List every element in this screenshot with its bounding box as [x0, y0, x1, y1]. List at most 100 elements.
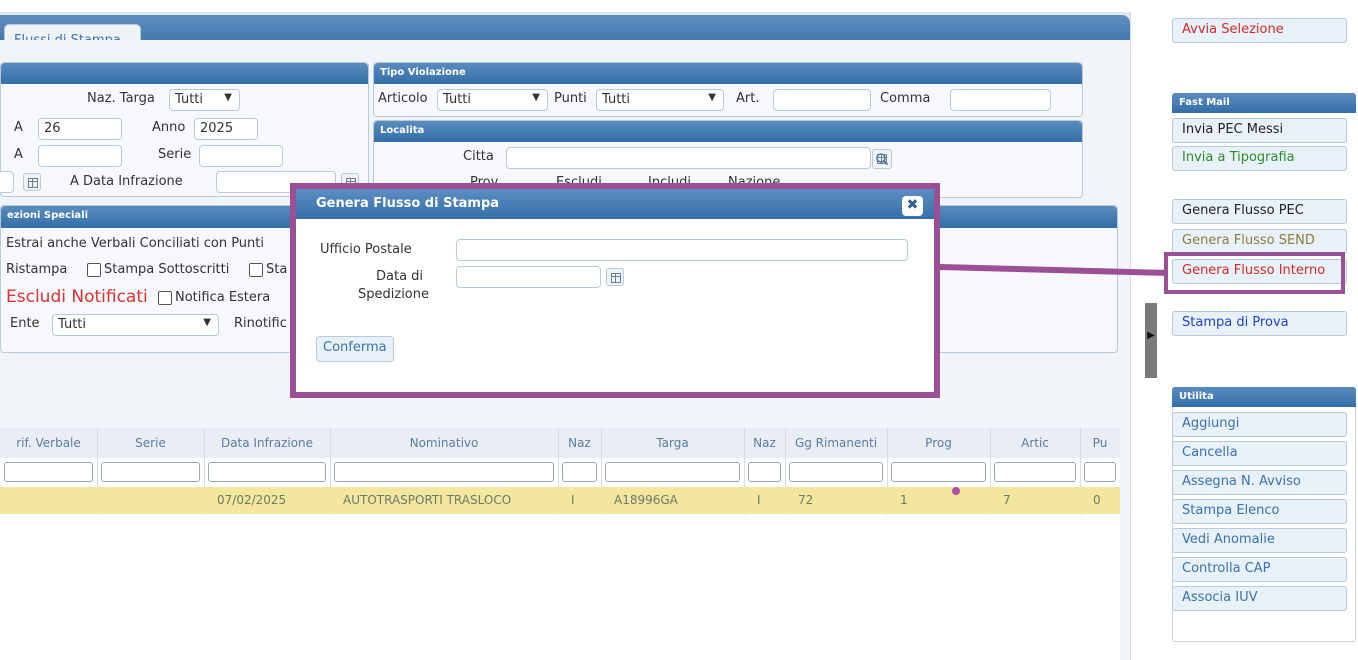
- articolo-select[interactable]: Tutti ▼: [437, 89, 548, 111]
- filters-panel-header: [1, 63, 368, 84]
- ufficio-postale-label: Ufficio Postale: [320, 242, 412, 257]
- utilita-item[interactable]: Stampa Elenco: [1172, 499, 1347, 524]
- estrai-conciliati-label: Estrai anche Verbali Conciliati con Punt…: [6, 236, 264, 251]
- grid-column-header[interactable]: Naz: [558, 436, 601, 450]
- stampa-di-prova-button[interactable]: Stampa di Prova: [1172, 311, 1347, 336]
- ufficio-postale-field[interactable]: [456, 239, 908, 261]
- escludi-notificati-label: Escludi Notificati: [6, 287, 148, 307]
- naz-targa-select[interactable]: Tutti ▼: [169, 89, 240, 111]
- utilita-item[interactable]: Controlla CAP: [1172, 557, 1347, 582]
- punti-value: Tutti: [602, 92, 631, 107]
- utilita-header: Utilita: [1172, 387, 1356, 407]
- art-field[interactable]: [773, 89, 871, 111]
- utilita-item[interactable]: Vedi Anomalie: [1172, 528, 1347, 553]
- grid-cell: 7: [1003, 493, 1011, 507]
- ristampa-label: Ristampa: [6, 262, 68, 277]
- art-label: Art.: [736, 91, 760, 106]
- notifica-estera-checkbox[interactable]: [158, 291, 172, 305]
- grid-column-filter[interactable]: [605, 462, 740, 482]
- grid-column-header[interactable]: Data Infrazione: [204, 436, 330, 450]
- calendar-icon[interactable]: [606, 268, 624, 286]
- citta-label: Citta: [463, 149, 494, 164]
- grid-column-filter[interactable]: [4, 462, 93, 482]
- a-label: A: [14, 120, 23, 135]
- articolo-label: Articolo: [378, 91, 428, 106]
- grid-column-filter[interactable]: [562, 462, 597, 482]
- stampa-sottoscritti-checkbox[interactable]: [87, 263, 101, 277]
- rinotific-label: Rinotific: [234, 316, 287, 331]
- tipo-violazione-header: Tipo Violazione: [374, 63, 1082, 84]
- genera-flusso-pec-button[interactable]: Genera Flusso PEC: [1172, 199, 1347, 224]
- a-label-2: A: [14, 147, 23, 162]
- grid-cell: 72: [798, 493, 814, 507]
- grid-column-header[interactable]: rif. Verbale: [0, 436, 97, 450]
- comma-label: Comma: [880, 91, 931, 106]
- sta-checkbox[interactable]: [249, 263, 263, 277]
- utilita-item[interactable]: Aggiungi: [1172, 412, 1347, 437]
- a-numero-field[interactable]: 26: [38, 118, 122, 140]
- grid-column-filter[interactable]: [1084, 462, 1116, 482]
- grid-column-header[interactable]: Nominativo: [330, 436, 558, 450]
- cursor-dot: [952, 487, 960, 495]
- grid-column-header[interactable]: Pu: [1080, 436, 1120, 450]
- serie-field[interactable]: [199, 145, 283, 167]
- calendar-icon[interactable]: [23, 173, 41, 191]
- close-icon[interactable]: ✖: [902, 196, 923, 216]
- grid-column-header[interactable]: Gg Rimanenti: [785, 436, 887, 450]
- grid-column-filter[interactable]: [789, 462, 883, 482]
- notifica-estera-label: Notifica Estera: [175, 290, 271, 305]
- citta-value: [507, 148, 870, 152]
- grid-column-header[interactable]: Prog: [887, 436, 990, 450]
- localita-header: Localita: [374, 121, 1082, 142]
- ente-select[interactable]: Tutti ▼: [52, 314, 219, 336]
- comma-field[interactable]: [950, 89, 1051, 111]
- search-icon[interactable]: [872, 149, 892, 169]
- a-data-infrazione-value: [217, 172, 335, 176]
- grid-column-filter[interactable]: [891, 462, 986, 482]
- articolo-value: Tutti: [443, 92, 472, 107]
- avvia-selezione-button[interactable]: Avvia Selezione: [1172, 18, 1347, 43]
- grid-column-filter[interactable]: [101, 462, 200, 482]
- a-field-2[interactable]: [38, 145, 122, 167]
- stampa-sottoscritti-label: Stampa Sottoscritti: [104, 262, 230, 277]
- dialog-title: Genera Flusso di Stampa: [296, 189, 934, 219]
- grid-column-header[interactable]: Artic: [990, 436, 1080, 450]
- utilita-item[interactable]: Cancella: [1172, 441, 1347, 466]
- citta-field[interactable]: [506, 147, 871, 169]
- grid-column-filter[interactable]: [748, 462, 781, 482]
- a-data-infrazione-label: A Data Infrazione: [70, 174, 183, 189]
- genera-flusso-send-button[interactable]: Genera Flusso SEND: [1172, 229, 1347, 254]
- grid-column-filter[interactable]: [208, 462, 326, 482]
- grid-column-header[interactable]: Naz: [744, 436, 785, 450]
- grid-column-header[interactable]: Serie: [97, 436, 204, 450]
- a-numero-value: 26: [44, 121, 61, 136]
- fast-mail-header: Fast Mail: [1172, 93, 1356, 113]
- data-spedizione-value: [457, 267, 600, 271]
- grid-cell: 0: [1093, 493, 1101, 507]
- grid-column-filter[interactable]: [334, 462, 554, 482]
- conferma-button[interactable]: Conferma: [316, 336, 394, 362]
- sta-label: Sta: [266, 262, 288, 277]
- punti-label: Punti: [554, 91, 587, 106]
- naz-targa-label: Naz. Targa: [87, 91, 155, 106]
- data-spedizione-label-1: Data di: [376, 269, 424, 284]
- data-spedizione-field[interactable]: [456, 266, 601, 288]
- invia-pec-messi-button[interactable]: Invia PEC Messi: [1172, 118, 1347, 143]
- chevron-down-icon: ▼: [203, 317, 211, 328]
- grid-cell: I: [757, 493, 761, 507]
- anno-field[interactable]: 2025: [194, 118, 258, 140]
- utilita-item[interactable]: Associa IUV: [1172, 586, 1347, 611]
- chevron-down-icon: ▼: [532, 92, 540, 103]
- anno-value: 2025: [200, 121, 234, 136]
- expand-arrow-icon[interactable]: ▶: [1144, 330, 1158, 344]
- invia-tipografia-button[interactable]: Invia a Tipografia: [1172, 146, 1347, 171]
- punti-select[interactable]: Tutti ▼: [596, 89, 724, 111]
- grid-column-filter[interactable]: [994, 462, 1076, 482]
- grid-column-header[interactable]: Targa: [601, 436, 744, 450]
- data-spedizione-label-2: Spedizione: [358, 287, 429, 302]
- utilita-item[interactable]: Assegna N. Avviso: [1172, 470, 1347, 495]
- da-data-field[interactable]: [0, 171, 14, 193]
- serie-value: [200, 146, 282, 150]
- art-value: [774, 90, 870, 94]
- grid-cell: I: [571, 493, 575, 507]
